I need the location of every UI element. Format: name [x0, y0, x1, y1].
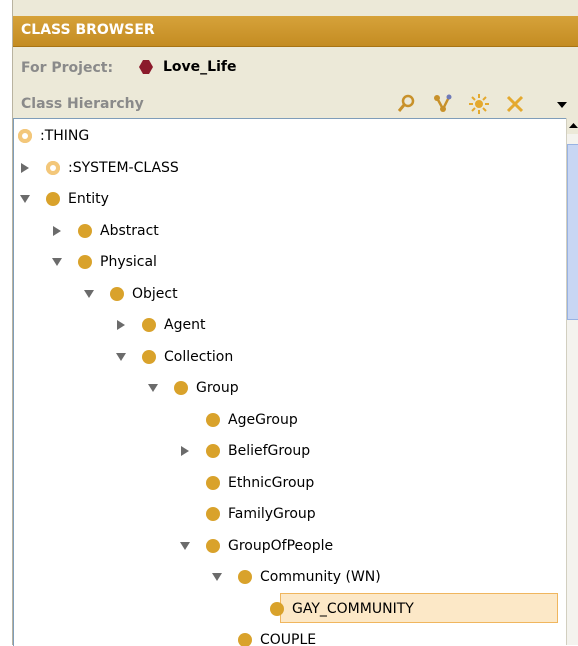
class-icon: [142, 349, 156, 364]
class-hierarchy-toolbar: Class Hierarchy: [13, 90, 578, 118]
tree-node-label: GroupOfPeople: [228, 537, 334, 554]
toggle-spacer: [210, 633, 224, 646]
tree-node[interactable]: COUPLE: [210, 625, 316, 646]
class-icon: [238, 570, 252, 584]
class-icon: [206, 538, 220, 553]
find-class-icon[interactable]: [395, 92, 419, 116]
tree-node-label: Community (WN): [260, 569, 381, 585]
toggle-spacer: [178, 476, 192, 490]
create-class-icon[interactable]: [467, 92, 491, 116]
panel-title: CLASS BROWSER: [21, 22, 155, 38]
class-icon: [142, 318, 156, 332]
class-icon: [238, 633, 252, 646]
class-icon: [206, 507, 220, 521]
tree-vertical-scrollbar[interactable]: [566, 118, 578, 645]
class-browser-title-bar: CLASS BROWSER: [13, 16, 578, 47]
tree-node-label: :THING: [40, 128, 90, 144]
delete-class-icon[interactable]: [503, 92, 527, 116]
scroll-up-button[interactable]: [567, 118, 578, 134]
tree-node[interactable]: Abstract: [50, 216, 159, 246]
toggle-spacer: [178, 413, 192, 427]
class-icon: [110, 286, 124, 301]
system-class-icon: [46, 160, 60, 175]
tree-node-label: Collection: [164, 348, 234, 365]
tree-node-label: BeliefGroup: [228, 443, 311, 459]
tree-node[interactable]: AgeGroup: [178, 405, 298, 435]
tree-node[interactable]: GAY_COMMUNITY: [242, 594, 414, 624]
project-name: Love_Life: [163, 59, 237, 75]
collapse-toggle-icon[interactable]: [82, 287, 96, 301]
system-class-icon: [18, 129, 32, 143]
project-row: For Project: Love_Life: [13, 56, 578, 82]
tree-node-label: Entity: [68, 191, 109, 207]
toggle-spacer: [242, 602, 256, 616]
tree-node[interactable]: Entity: [18, 184, 109, 214]
expand-toggle-icon[interactable]: [50, 224, 64, 238]
tree-node[interactable]: BeliefGroup: [178, 436, 310, 466]
class-icon: [46, 192, 60, 206]
class-hierarchy-label: Class Hierarchy: [21, 96, 144, 112]
tree-node[interactable]: :SYSTEM-CLASS: [18, 153, 179, 183]
tree-node[interactable]: Agent: [114, 310, 205, 340]
collapse-toggle-icon[interactable]: [50, 255, 64, 269]
expand-toggle-icon[interactable]: [18, 161, 32, 175]
collapse-toggle-icon[interactable]: [18, 192, 32, 206]
class-icon: [206, 475, 220, 490]
collapse-toggle-icon[interactable]: [146, 381, 160, 395]
tree-node-label: Object: [132, 285, 178, 302]
tree-node[interactable]: Object: [82, 279, 178, 309]
tree-node-label: COUPLE: [260, 632, 317, 646]
tree-node[interactable]: Physical: [50, 247, 157, 277]
expand-toggle-icon[interactable]: [114, 318, 128, 332]
tree-node-label: EthnicGroup: [228, 474, 315, 491]
scroll-up-arrow-icon: [569, 123, 578, 128]
tree-node[interactable]: Group: [146, 373, 239, 403]
collapse-toggle-icon[interactable]: [178, 539, 192, 553]
tree-node-label: :SYSTEM-CLASS: [68, 159, 179, 176]
create-subclass-icon[interactable]: [431, 92, 455, 116]
tree-node[interactable]: GroupOfPeople: [178, 531, 333, 561]
tree-node-label: FamilyGroup: [228, 506, 316, 522]
menu-dropdown-icon[interactable]: [557, 102, 567, 110]
class-icon: [206, 412, 220, 427]
tree-node-label: AgeGroup: [228, 411, 298, 428]
class-tree[interactable]: :THING :SYSTEM-CLASS Entity Abstract Physica…: [13, 118, 567, 646]
collapse-toggle-icon[interactable]: [114, 350, 128, 364]
class-icon: [270, 601, 284, 616]
scroll-thumb[interactable]: [567, 144, 578, 320]
tree-node[interactable]: Collection: [114, 342, 233, 372]
class-icon: [78, 223, 92, 238]
tree-node-label: Abstract: [100, 222, 159, 239]
project-label: For Project:: [21, 60, 114, 76]
class-icon: [78, 255, 92, 269]
tree-node-label: GAY_COMMUNITY: [292, 600, 414, 617]
tree-node[interactable]: EthnicGroup: [178, 468, 314, 498]
tree-node[interactable]: Community (WN): [210, 562, 381, 592]
tree-node[interactable]: FamilyGroup: [178, 499, 316, 529]
tree-node-label: Group: [196, 380, 239, 396]
tree-node[interactable]: :THING: [18, 121, 89, 151]
toggle-spacer: [178, 507, 192, 521]
class-browser-panel: CLASS BROWSER For Project: Love_Life Cla…: [12, 0, 578, 646]
project-hexagon-icon: [139, 60, 153, 74]
expand-toggle-icon[interactable]: [178, 444, 192, 458]
tree-node-label: Agent: [164, 317, 206, 333]
tree-node-label: Physical: [100, 254, 157, 270]
class-icon: [174, 381, 188, 395]
class-icon: [206, 444, 220, 458]
collapse-toggle-icon[interactable]: [210, 570, 224, 584]
